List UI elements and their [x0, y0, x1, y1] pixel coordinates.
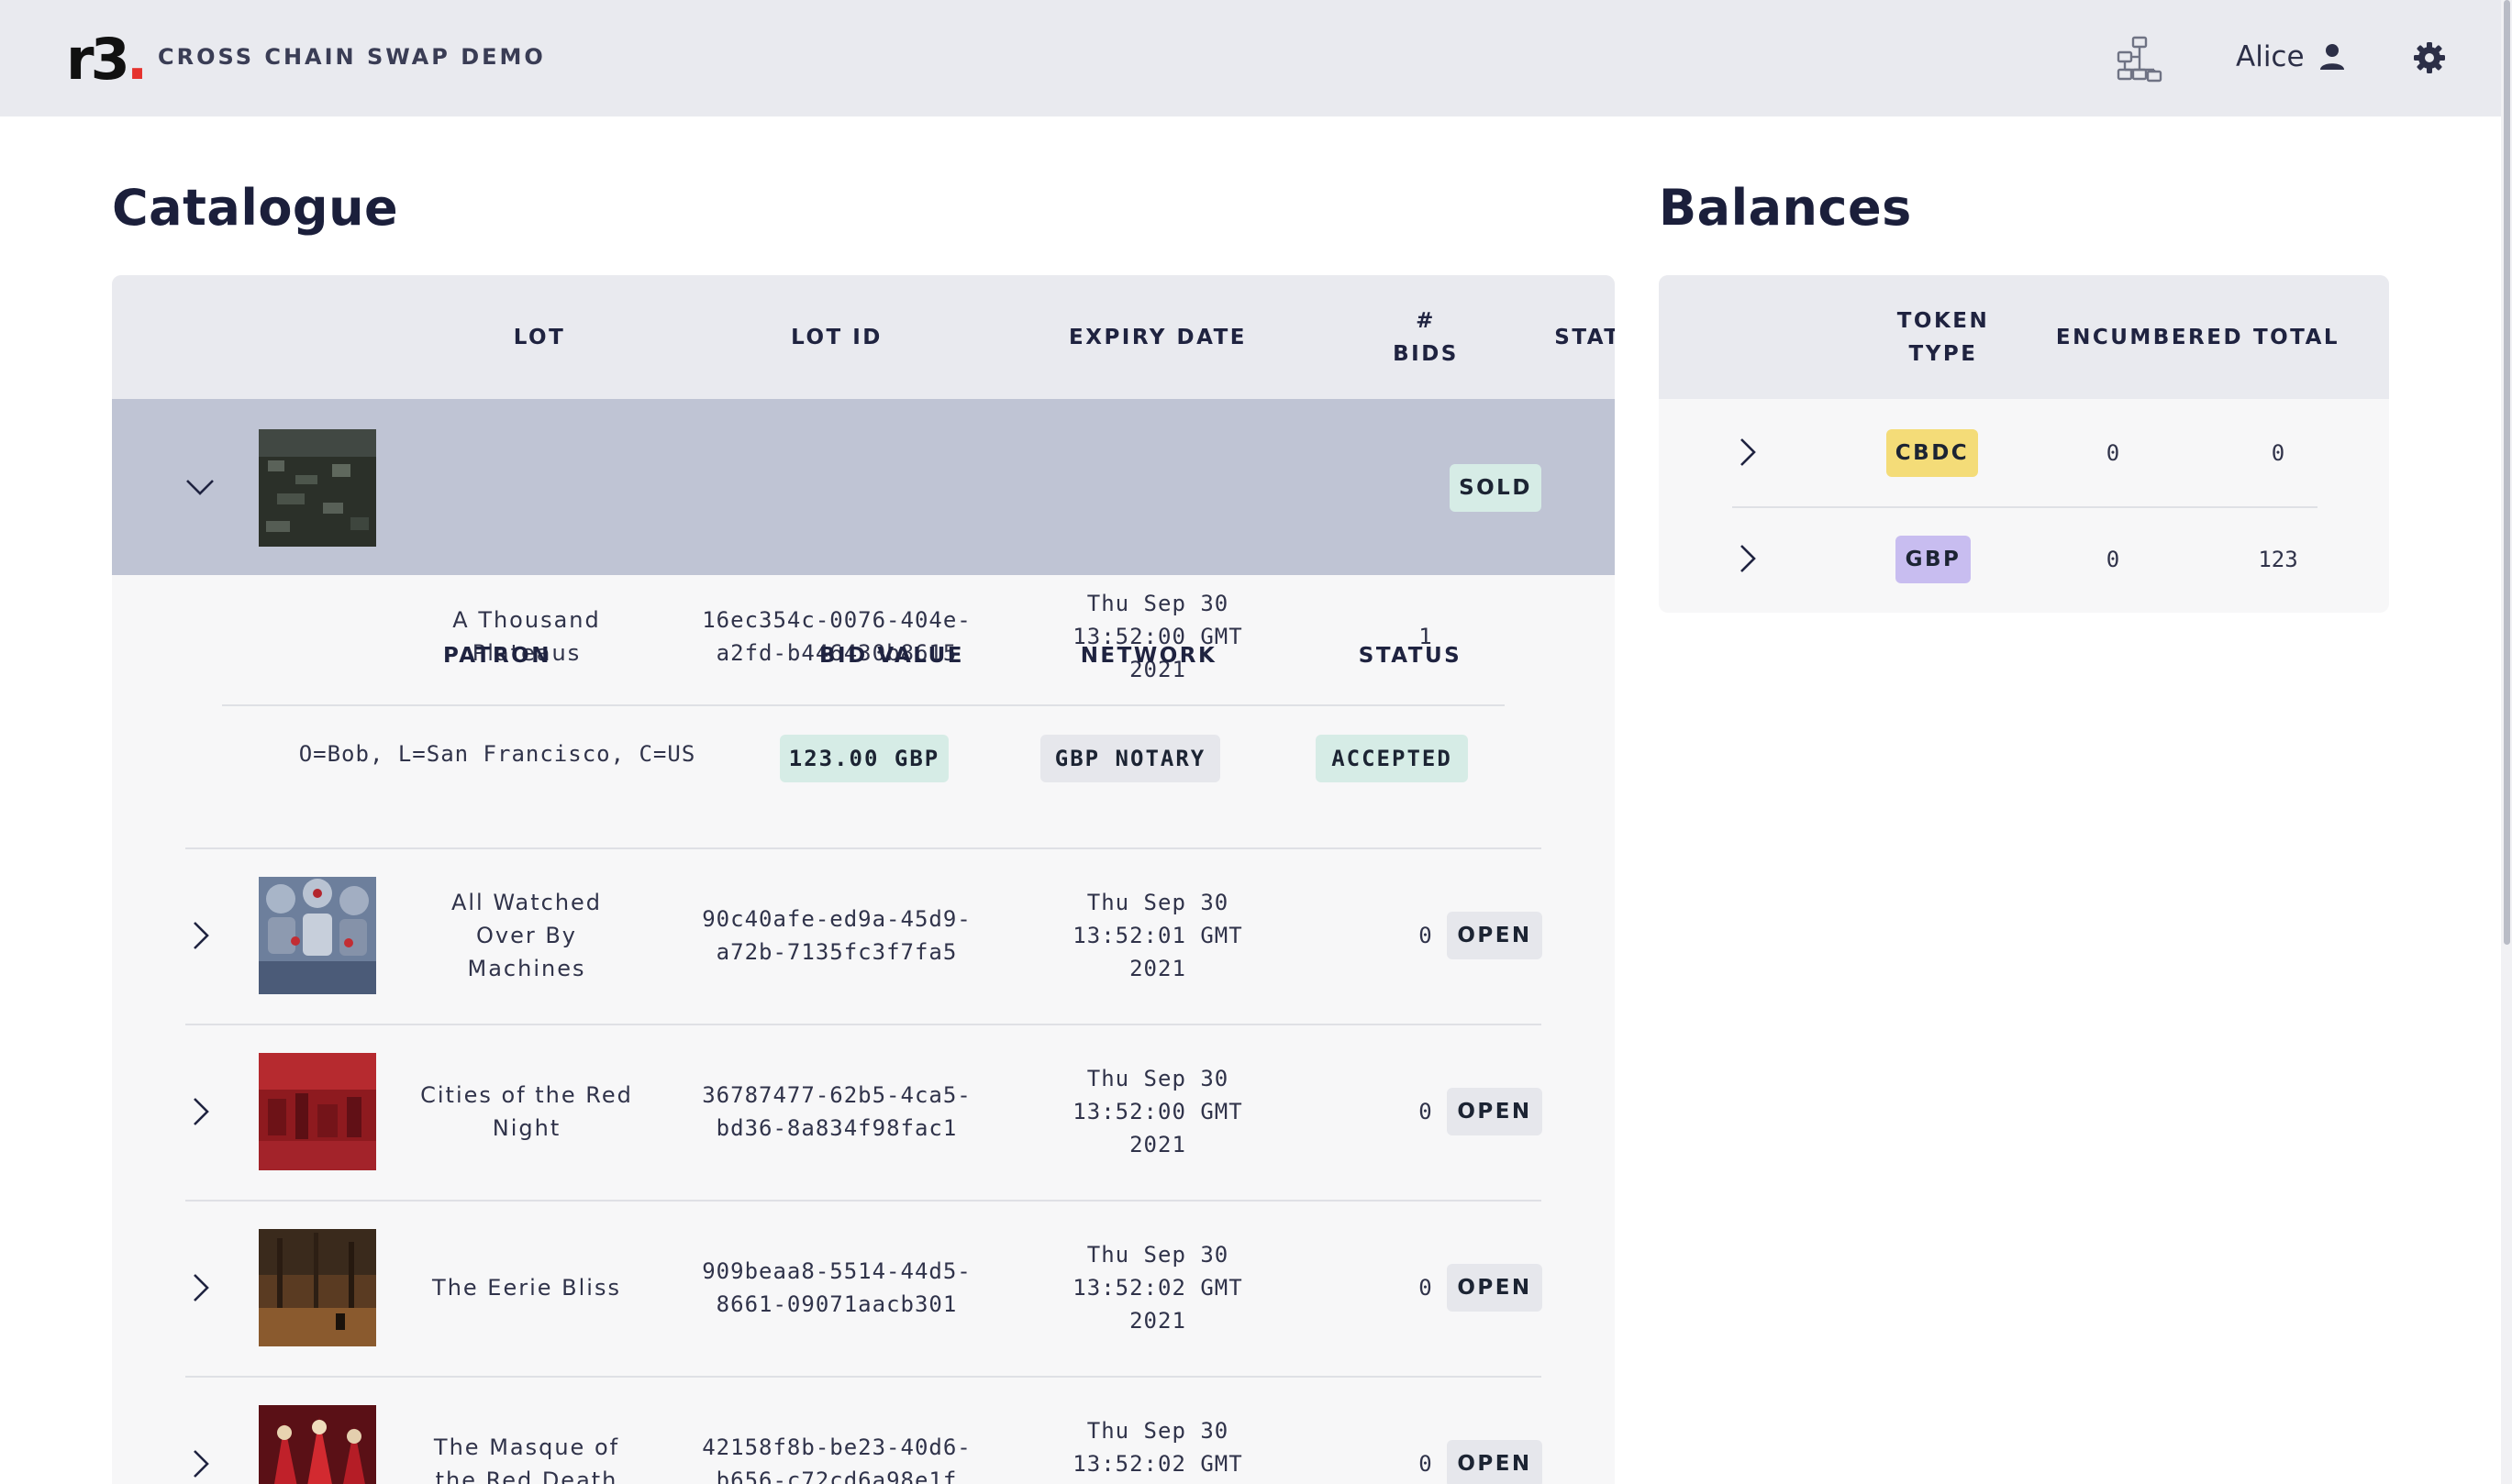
catalogue-table: LOT LOT ID EXPIRY DATE # BIDS STATUS A T… [112, 275, 1615, 1484]
bid-network-badge: GBP NOTARY [1040, 735, 1220, 782]
lot-name: The Masque of the Red Death [433, 1434, 620, 1484]
status-badge: SOLD [1450, 464, 1541, 512]
catalogue-title: Catalogue [112, 179, 399, 237]
app-header: r3. CROSS CHAIN SWAP DEMO Alice [0, 0, 2512, 116]
lot-id: 90c40afe-ed9a-45d9- a72b-7135fc3f7fa5 [702, 906, 972, 965]
col-status: STATUS [1554, 326, 1615, 349]
lot-name: Cities of the Red Night [420, 1082, 633, 1141]
bid-patron: O=Bob, L=San Francisco, C=US [298, 741, 696, 767]
col-encumbered: ENCUMBERED [2055, 326, 2244, 349]
balances-table: TOKEN TYPE ENCUMBERED TOTAL CBDC 0 0 GBP… [1659, 275, 2389, 613]
row-divider [1732, 506, 2317, 508]
expiry-date: Thu Sep 30 13:52:00 GMT 2021 [1073, 1066, 1243, 1157]
lot-id: 42158f8b-be23-40d6- b656-c72cd6a98e1f [702, 1434, 972, 1484]
row-divider [185, 1024, 1541, 1025]
user-name[interactable]: Alice [2236, 40, 2305, 73]
chevron-right-icon[interactable] [185, 1448, 217, 1479]
token-badge-gbp: GBP [1895, 536, 1971, 583]
balances-title: Balances [1659, 179, 1912, 237]
lot-thumbnail [259, 1229, 376, 1346]
app-title: CROSS CHAIN SWAP DEMO [158, 44, 546, 70]
col-token: TOKEN [1896, 309, 1990, 333]
bid-value-badge: 123.00 GBP [780, 735, 949, 782]
balances-table-header: TOKEN TYPE ENCUMBERED TOTAL [1659, 275, 2389, 399]
lot-thumbnail [259, 1053, 376, 1170]
row-divider [185, 1200, 1541, 1202]
lot-thumbnail [259, 429, 376, 547]
network-icon[interactable] [2116, 35, 2163, 83]
col-token-type: TYPE [1908, 342, 1978, 366]
gear-icon[interactable] [2413, 41, 2446, 74]
bids-divider [222, 704, 1505, 706]
chevron-right-icon[interactable] [185, 1096, 217, 1127]
token-badge-cbdc: CBDC [1886, 429, 1978, 477]
status-badge: OPEN [1447, 1440, 1542, 1484]
lot-id: 36787477-62b5-4ca5- bd36-8a834f98fac1 [702, 1082, 972, 1141]
chevron-down-icon[interactable] [184, 471, 216, 503]
expiry-date: Thu Sep 30 13:52:02 GMT 2021 [1073, 1242, 1243, 1334]
lot-name: All Watched Over By Machines [450, 890, 603, 981]
lot-thumbnail [259, 877, 376, 994]
total-value: 0 [2271, 440, 2285, 466]
expiry-date: Thu Sep 30 13:52:00 GMT 2021 [1073, 591, 1243, 682]
bid-count: 0 [1418, 923, 1433, 948]
col-bids: BIDS [1393, 342, 1459, 366]
bid-count: 0 [1418, 1099, 1433, 1124]
chevron-right-icon[interactable] [1732, 437, 1763, 468]
bids-col-patron: PATRON [443, 644, 551, 668]
chevron-right-icon[interactable] [185, 1272, 217, 1303]
lot-name: The Eerie Bliss [432, 1275, 621, 1301]
encumbered-value: 0 [2106, 547, 2120, 572]
row-divider [185, 847, 1541, 849]
expiry-date: Thu Sep 30 13:52:02 GMT [1073, 1418, 1243, 1477]
user-icon[interactable] [2317, 42, 2347, 72]
lot-thumbnail [259, 1405, 376, 1484]
chevron-right-icon[interactable] [1732, 543, 1763, 574]
chevron-right-icon[interactable] [185, 920, 217, 951]
col-total: TOTAL [2252, 326, 2340, 349]
bids-col-network: NETWORK [1080, 644, 1217, 668]
status-badge: OPEN [1447, 1088, 1542, 1135]
expiry-date: Thu Sep 30 13:52:01 GMT 2021 [1073, 890, 1243, 981]
encumbered-value: 0 [2106, 440, 2120, 466]
r3-logo[interactable]: r3. [66, 31, 148, 88]
col-expiry-date: EXPIRY DATE [1069, 326, 1247, 349]
status-badge: OPEN [1447, 912, 1542, 959]
status-badge: OPEN [1447, 1264, 1542, 1312]
col-lot-id: LOT ID [791, 326, 883, 349]
catalogue-table-header: LOT LOT ID EXPIRY DATE # BIDS STATUS [112, 275, 1615, 399]
row-divider [185, 1376, 1541, 1378]
bids-col-status: STATUS [1358, 644, 1462, 668]
col-lot: LOT [513, 326, 566, 349]
col-bids-hash: # [1416, 309, 1436, 333]
bid-count: 0 [1418, 1275, 1433, 1301]
scrollbar-thumb[interactable] [2504, 0, 2510, 945]
lot-id: 909beaa8-5514-44d5- 8661-09071aacb301 [702, 1258, 972, 1317]
total-value: 123 [2258, 547, 2298, 572]
bid-status-badge: ACCEPTED [1316, 735, 1468, 782]
bid-count: 0 [1418, 1451, 1433, 1477]
bids-col-bid-value: BID VALUE [819, 644, 964, 668]
